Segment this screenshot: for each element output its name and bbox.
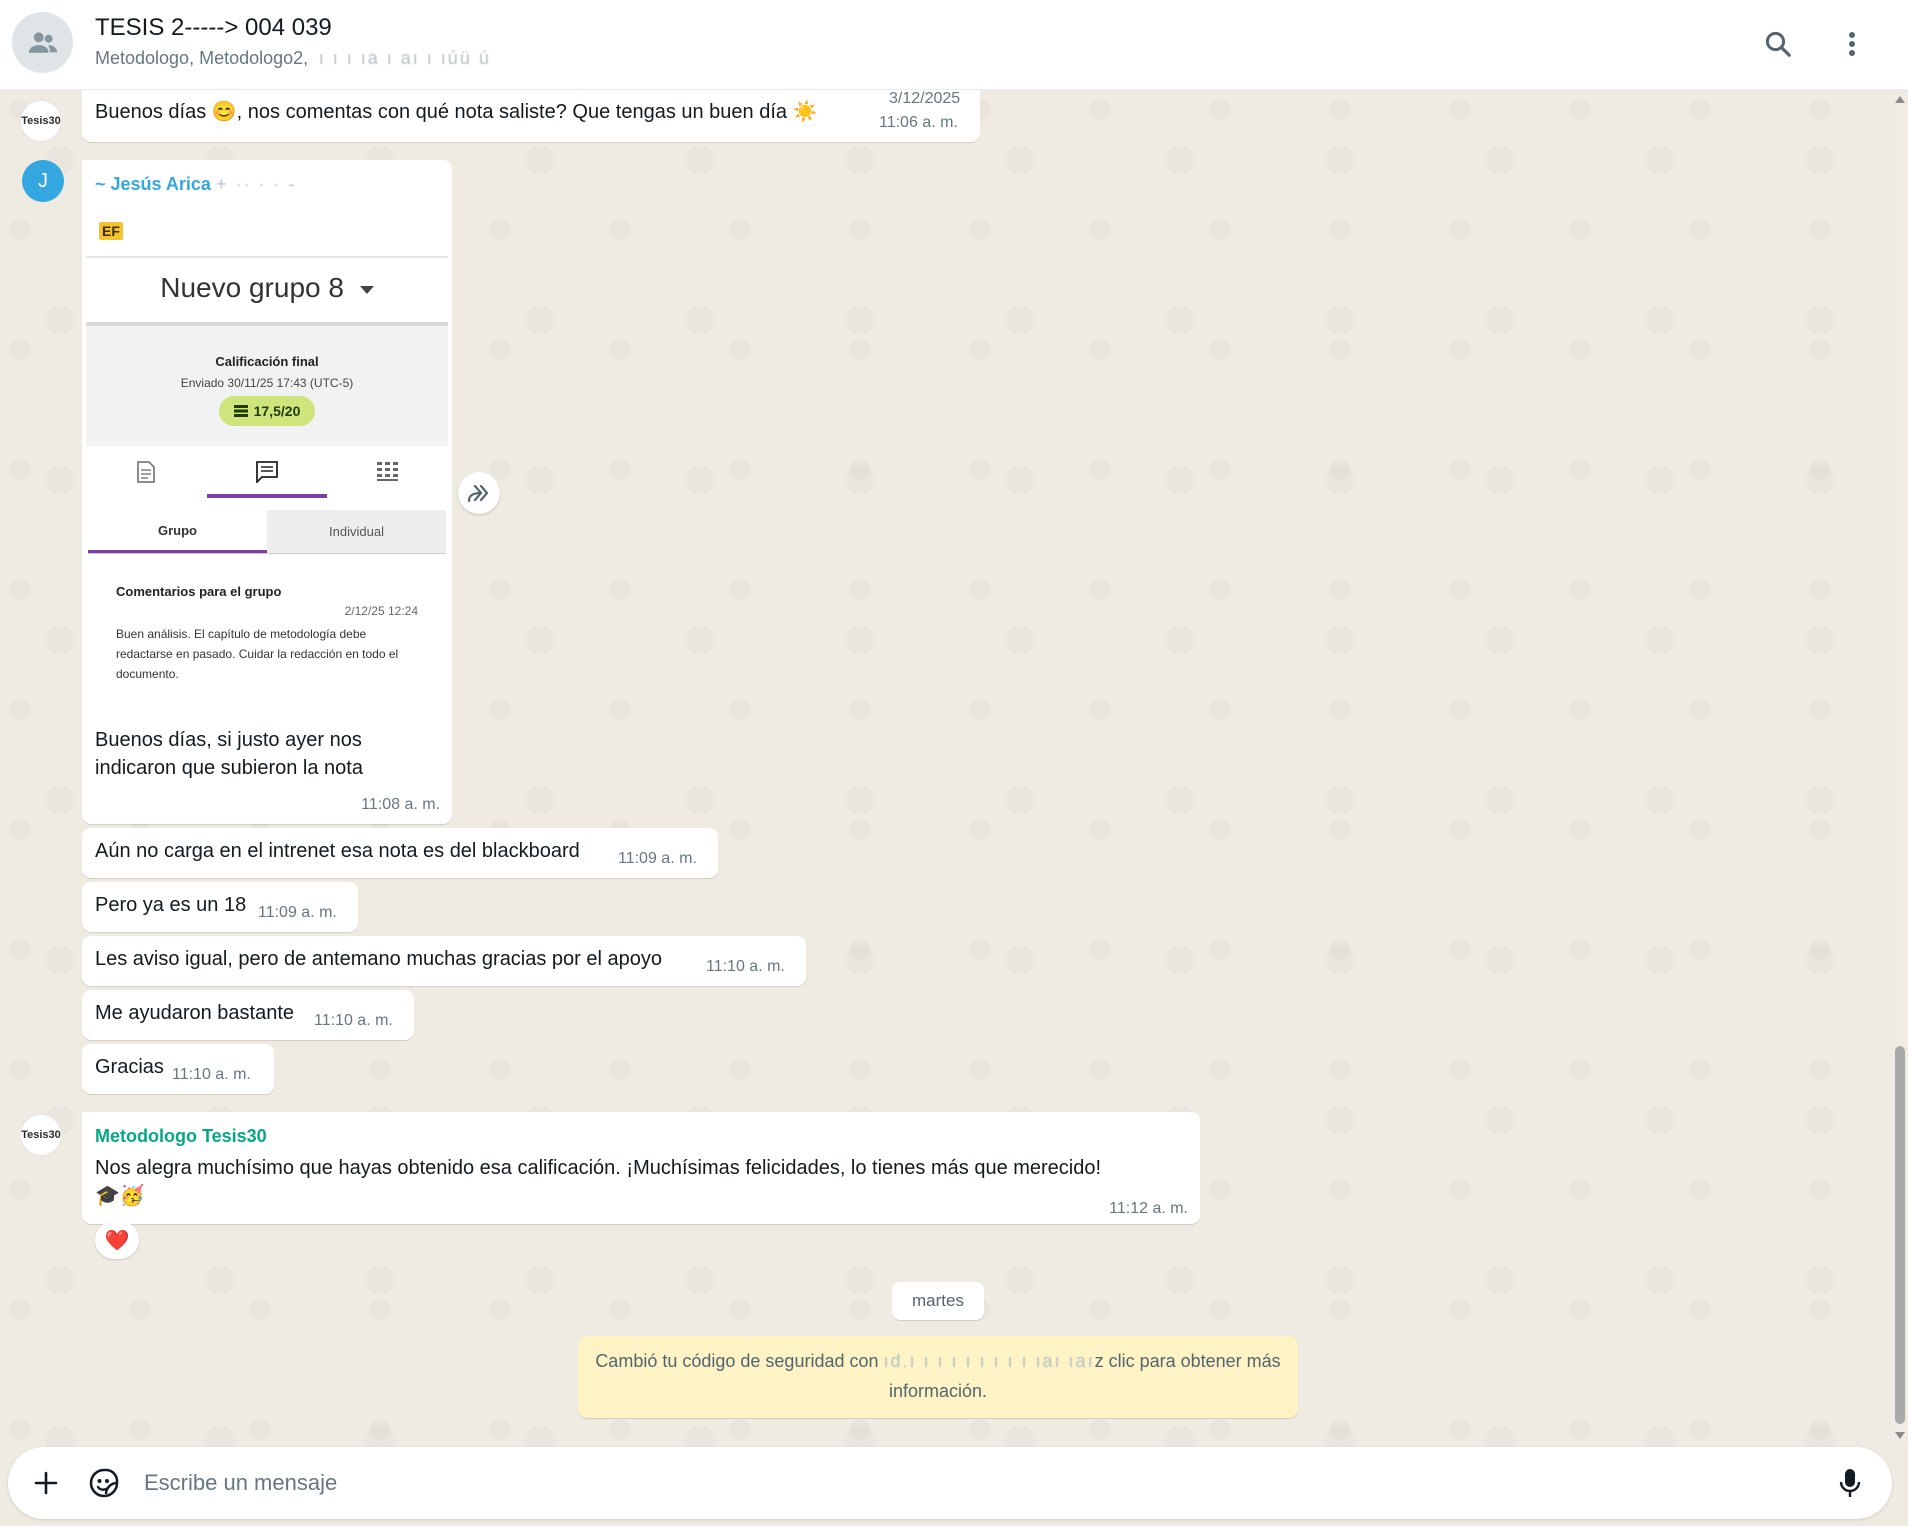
- message-text: Les aviso igual, pero de antemano muchas…: [95, 948, 663, 970]
- image-score: 17,5/20: [253, 403, 301, 419]
- chat-members[interactable]: Metodologo, Metodologo2, ı ı ı ıa ı aı ı…: [95, 48, 491, 69]
- image-comments-title: Comentarios para el grupo: [116, 584, 282, 599]
- message-text: Buenos días 😊, nos comentas con qué nota…: [95, 101, 818, 123]
- plus-icon: [34, 1471, 58, 1495]
- message-time: 11:06 a. m.: [879, 114, 958, 131]
- avatar-initial: J: [38, 169, 48, 192]
- heart-icon: ❤️: [104, 1229, 130, 1252]
- caret-down-icon: [359, 285, 374, 294]
- microphone-icon: [1839, 1469, 1861, 1497]
- search-icon: [1765, 31, 1791, 57]
- message-text: Nos alegra muchísimo que hayas obtenido …: [95, 1157, 1102, 1179]
- image-tab-icons: [86, 446, 448, 498]
- message-bubble[interactable]: Buenos días 😊, nos comentas con qué nota…: [82, 86, 980, 142]
- notice-suffix: z clic para obtener más: [1094, 1351, 1281, 1371]
- message-time: 11:09 a. m.: [258, 904, 337, 921]
- message-bubble[interactable]: Gracias 11:10 a. m.: [82, 1044, 274, 1094]
- image-sent-date: Enviado 30/11/25 17:43 (UTC-5): [180, 376, 354, 390]
- message-sender[interactable]: Metodologo Tesis30: [95, 1126, 267, 1147]
- group-icon: [28, 31, 57, 53]
- grade-grid-icon: [233, 405, 248, 417]
- image-caption: Buenos días, si justo ayer nos indicaron…: [95, 729, 363, 779]
- image-subtabs: Grupo Individual: [88, 510, 446, 554]
- avatar-metodologo[interactable]: Tesis30: [20, 100, 62, 142]
- message-time: 11:09 a. m.: [618, 850, 697, 867]
- group-avatar[interactable]: [12, 12, 73, 73]
- menu-button[interactable]: [1832, 24, 1872, 64]
- avatar-label: Tesis30: [21, 1129, 61, 1141]
- sender-name: ~ Jesús Arica: [95, 174, 211, 194]
- chat-title[interactable]: TESIS 2-----> 004 039: [95, 14, 332, 42]
- chat-header[interactable]: TESIS 2-----> 004 039 Metodologo, Metodo…: [0, 0, 1908, 90]
- image-badge: EF: [99, 222, 123, 240]
- message-text: Pero ya es un 18: [95, 894, 247, 916]
- rubric-grid-icon: [327, 446, 448, 498]
- message-input[interactable]: [144, 1467, 1804, 1499]
- message-time: 11:10 a. m.: [706, 958, 785, 975]
- message-bubble[interactable]: Aún no carga en el intrenet esa nota es …: [82, 828, 718, 878]
- message-bubble[interactable]: Me ayudaron bastante 11:10 a. m.: [82, 990, 414, 1040]
- forward-icon: [467, 484, 489, 503]
- avatar-jesus[interactable]: J: [22, 160, 64, 202]
- message-time: 11:10 a. m.: [172, 1066, 251, 1083]
- grade-screenshot-image[interactable]: Nuevo grupo 8 Calificación final Enviado…: [86, 256, 448, 720]
- members-redacted: ı ı ı ıa ı aı ı ıúü ú: [313, 48, 491, 68]
- notice-redacted: ıd.ı ı ı ı ı ı ı ı ı ıaı ıaı: [883, 1351, 1095, 1371]
- message-emojis: 🎓🥳: [95, 1185, 145, 1207]
- message-reaction[interactable]: ❤️: [95, 1221, 139, 1259]
- image-tab-grupo: Grupo: [88, 510, 267, 553]
- image-tab-individual: Individual: [267, 510, 446, 553]
- message-time: 11:12 a. m.: [1109, 1200, 1188, 1217]
- document-icon: [86, 446, 207, 498]
- sticker-button[interactable]: [84, 1463, 124, 1503]
- chat-scrollbar-thumb[interactable]: [1895, 1046, 1905, 1424]
- sticker-icon: [89, 1468, 119, 1498]
- attach-button[interactable]: [26, 1463, 66, 1503]
- avatar-metodologo[interactable]: Tesis30: [20, 1114, 62, 1156]
- notice-line2: información.: [888, 1381, 988, 1401]
- message-bubble[interactable]: Metodologo Tesis30 Nos alegra muchísimo …: [82, 1112, 1200, 1224]
- kebab-menu-icon: [1849, 32, 1855, 56]
- message-bubble[interactable]: Pero ya es un 18 11:09 a. m.: [82, 882, 358, 932]
- search-button[interactable]: [1758, 24, 1798, 64]
- image-tab-indicator: [207, 494, 327, 498]
- security-code-notice[interactable]: Cambió tu código de seguridad con ıd.ı ı…: [578, 1336, 1298, 1418]
- sender-redacted: + ·· · · -: [215, 174, 297, 194]
- message-time: 11:10 a. m.: [314, 1012, 393, 1029]
- members-list: Metodologo, Metodologo2,: [95, 48, 309, 68]
- message-sender[interactable]: ~ Jesús Arica + ·· · · -: [95, 174, 296, 195]
- image-group-name: Nuevo grupo 8: [160, 272, 344, 303]
- message-composer[interactable]: [8, 1447, 1892, 1519]
- avatar-label: Tesis30: [21, 115, 61, 127]
- image-comments-date: 2/12/25 12:24: [344, 604, 418, 618]
- day-separator: martes: [892, 1282, 984, 1320]
- message-text: Me ayudaron bastante: [95, 1002, 295, 1024]
- image-score-pill: 17,5/20: [219, 396, 315, 426]
- notice-prefix: Cambió tu código de seguridad con: [595, 1351, 879, 1371]
- scroll-up-arrow-icon[interactable]: [1895, 96, 1905, 103]
- message-bubble[interactable]: Les aviso igual, pero de antemano muchas…: [82, 936, 806, 986]
- message-text: Aún no carga en el intrenet esa nota es …: [95, 840, 580, 862]
- image-grade-title: Calificación final: [215, 354, 319, 369]
- message-date: 3/12/2025: [879, 88, 971, 110]
- voice-message-button[interactable]: [1830, 1463, 1870, 1503]
- image-group-title: Nuevo grupo 8: [86, 272, 448, 304]
- message-text: Gracias: [95, 1056, 164, 1078]
- image-comments-body: Buen análisis. El capítulo de metodologí…: [116, 627, 399, 681]
- message-time: 11:08 a. m.: [361, 796, 440, 813]
- comment-icon: [207, 446, 328, 498]
- scroll-down-arrow-icon[interactable]: [1895, 1432, 1905, 1439]
- forward-button[interactable]: [458, 472, 500, 514]
